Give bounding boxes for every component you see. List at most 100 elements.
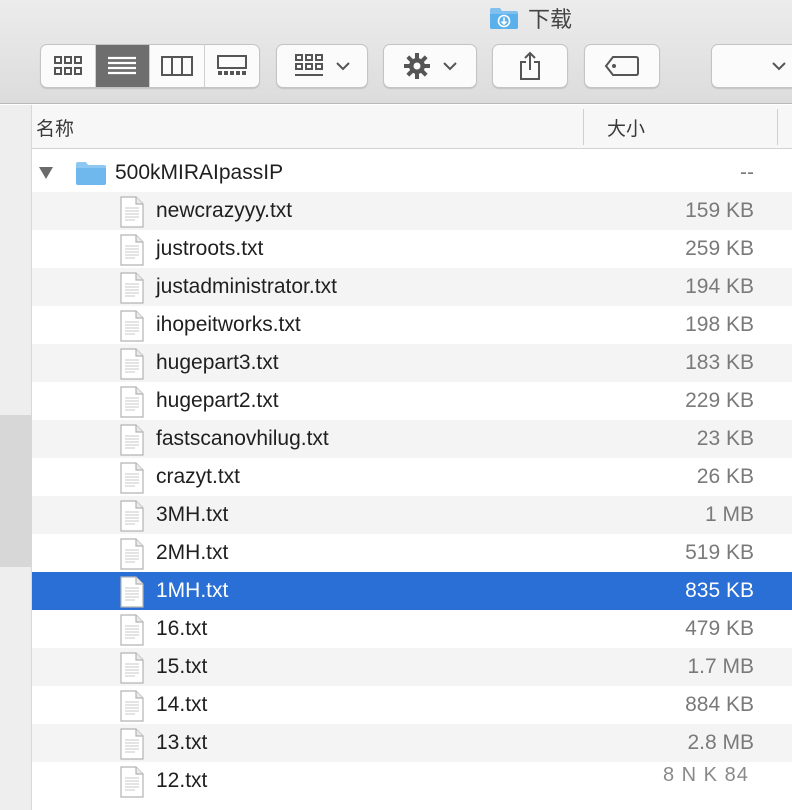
more-options-button[interactable]: [711, 44, 792, 88]
file-row[interactable]: 15.txt 1.7 MB: [32, 648, 792, 686]
file-row[interactable]: 2MH.txt 519 KB: [32, 534, 792, 572]
file-row[interactable]: 3MH.txt 1 MB: [32, 496, 792, 534]
gallery-view-icon: [216, 55, 247, 75]
text-document-icon: [120, 234, 144, 266]
file-name: 15.txt: [156, 655, 208, 678]
file-size: 2.8 MB: [687, 731, 754, 754]
group-by-button[interactable]: [276, 44, 368, 88]
tag-icon: [604, 56, 639, 76]
column-header-name[interactable]: 名称: [36, 114, 74, 141]
file-name: 3MH.txt: [156, 503, 229, 526]
file-size: 229 KB: [685, 389, 754, 412]
file-row[interactable]: justroots.txt 259 KB: [32, 230, 792, 268]
column-divider[interactable]: [777, 109, 778, 145]
text-document-icon: [120, 728, 144, 760]
sidebar: [0, 105, 32, 810]
file-size: 26 KB: [696, 465, 754, 488]
text-document-icon: [120, 500, 144, 532]
disclosure-triangle-icon[interactable]: [38, 166, 54, 180]
text-document-icon: [120, 196, 144, 228]
file-size: 194 KB: [685, 275, 754, 298]
text-document-icon: [120, 614, 144, 646]
icon-view-icon: [53, 56, 82, 75]
downloads-folder-icon: [490, 8, 518, 29]
file-row[interactable]: hugepart3.txt 183 KB: [32, 344, 792, 382]
chevron-down-icon: [443, 62, 457, 71]
file-name: 1MH.txt: [156, 579, 229, 602]
file-row[interactable]: hugepart2.txt 229 KB: [32, 382, 792, 420]
text-document-icon: [120, 576, 144, 608]
file-name: hugepart2.txt: [156, 389, 279, 412]
file-row[interactable]: 13.txt 2.8 MB: [32, 724, 792, 762]
column-view-icon: [160, 56, 193, 76]
file-name: justroots.txt: [156, 237, 264, 260]
share-button[interactable]: [492, 44, 568, 88]
watermark: 8 N K 84: [663, 764, 749, 786]
file-name: newcrazyyy.txt: [156, 199, 293, 222]
text-document-icon: [120, 424, 144, 456]
file-size: 479 KB: [685, 617, 754, 640]
file-size: 1 MB: [704, 503, 754, 526]
file-row[interactable]: 16.txt 479 KB: [32, 610, 792, 648]
text-document-icon: [120, 462, 144, 494]
file-name: hugepart3.txt: [156, 351, 279, 374]
tag-button[interactable]: [584, 44, 660, 88]
file-row[interactable]: newcrazyyy.txt 159 KB: [32, 192, 792, 230]
group-grid-icon: [295, 54, 323, 76]
file-row[interactable]: justadministrator.txt 194 KB: [32, 268, 792, 306]
file-list: 500kMIRAIpassIP -- newcrazyyy.txt 159 KB…: [32, 154, 792, 800]
file-size: 884 KB: [685, 693, 754, 716]
file-row[interactable]: 14.txt 884 KB: [32, 686, 792, 724]
text-document-icon: [120, 272, 144, 304]
gallery-view-button[interactable]: [205, 45, 260, 87]
toolbar: 下载: [0, 0, 792, 104]
folder-size: --: [740, 161, 754, 184]
file-size: 159 KB: [685, 199, 754, 222]
text-document-icon: [120, 652, 144, 684]
file-size: 259 KB: [685, 237, 754, 260]
text-document-icon: [120, 386, 144, 418]
folder-name: 500kMIRAIpassIP: [115, 161, 284, 184]
file-name: fastscanovhilug.txt: [156, 427, 329, 450]
list-view-button[interactable]: [95, 45, 150, 87]
file-size: 23 KB: [696, 427, 754, 450]
column-view-button[interactable]: [150, 45, 205, 87]
column-divider[interactable]: [583, 109, 584, 145]
file-name: 12.txt: [156, 769, 208, 792]
file-size: 198 KB: [685, 313, 754, 336]
window-title-text: 下载: [528, 8, 573, 33]
view-mode-segmented-control: [40, 44, 260, 88]
file-row[interactable]: fastscanovhilug.txt 23 KB: [32, 420, 792, 458]
list-view-icon: [108, 56, 137, 75]
text-document-icon: [120, 538, 144, 570]
file-name: 2MH.txt: [156, 541, 229, 564]
gear-icon: [404, 53, 430, 79]
file-size: 835 KB: [685, 579, 754, 602]
file-size: 1.7 MB: [687, 655, 754, 678]
file-name: justadministrator.txt: [156, 275, 337, 298]
text-document-icon: [120, 690, 144, 722]
action-menu-button[interactable]: [383, 44, 477, 88]
share-icon: [520, 51, 540, 80]
file-row-selected[interactable]: 1MH.txt 835 KB: [32, 572, 792, 610]
file-size: 519 KB: [685, 541, 754, 564]
file-name: crazyt.txt: [156, 465, 241, 488]
column-header-size[interactable]: 大小: [607, 114, 645, 141]
text-document-icon: [120, 310, 144, 342]
file-size: 183 KB: [685, 351, 754, 374]
column-header: 名称 大小: [32, 105, 792, 149]
folder-row[interactable]: 500kMIRAIpassIP --: [32, 154, 792, 192]
sidebar-selected-item[interactable]: [0, 415, 31, 567]
file-name: ihopeitworks.txt: [156, 313, 301, 336]
icon-view-button[interactable]: [41, 45, 96, 87]
folder-icon: [76, 162, 106, 185]
text-document-icon: [120, 766, 144, 798]
file-row[interactable]: crazyt.txt 26 KB: [32, 458, 792, 496]
file-name: 14.txt: [156, 693, 208, 716]
file-row[interactable]: ihopeitworks.txt 198 KB: [32, 306, 792, 344]
text-document-icon: [120, 348, 144, 380]
window-title: 下载: [488, 3, 572, 33]
file-name: 13.txt: [156, 731, 208, 754]
chevron-down-icon: [336, 62, 350, 71]
file-name: 16.txt: [156, 617, 208, 640]
